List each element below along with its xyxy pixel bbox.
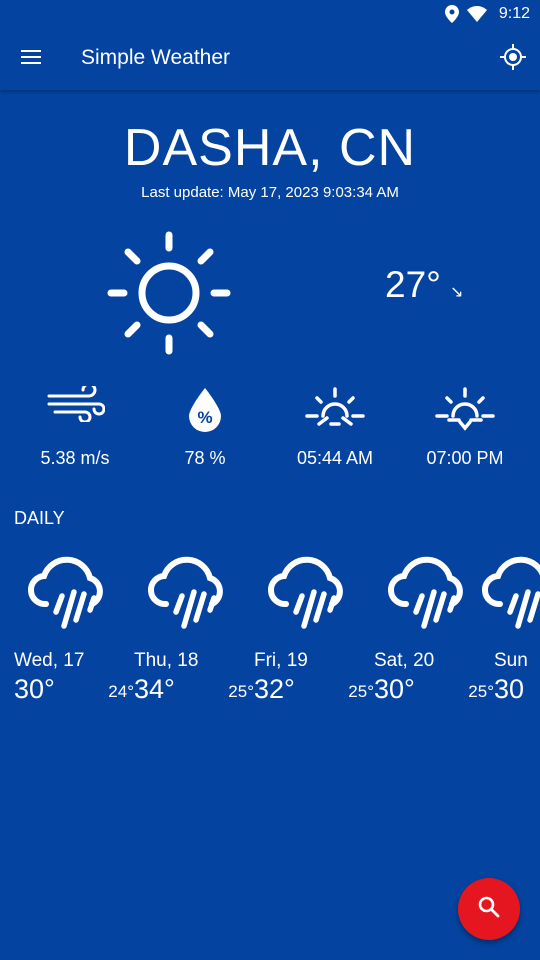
location-pin-icon — [444, 5, 459, 23]
rain-cloud-icon — [267, 556, 343, 629]
my-location-button[interactable] — [496, 42, 530, 76]
daily-forecast-list[interactable]: Wed, 17 30° 24° Thu, 18 34° 25° Fri, 19 … — [0, 552, 540, 722]
daily-forecast-item[interactable]: Wed, 17 30° 24° — [14, 552, 134, 712]
rain-cloud-icon — [481, 556, 540, 629]
current-temperature: 27° — [385, 264, 441, 305]
day-name: Sun — [494, 650, 528, 671]
day-low-temp: 25° — [348, 682, 374, 701]
day-name: Fri, 19 — [254, 650, 308, 671]
svg-text:%: % — [197, 408, 212, 427]
day-high-temp: 30° — [374, 674, 415, 704]
app-toolbar: Simple Weather — [0, 28, 540, 90]
wind-speed: 5.38 m/s — [40, 448, 110, 468]
sunset-time: 07:00 PM — [426, 448, 504, 468]
status-bar: 9:12 — [0, 0, 540, 28]
temperature-trend-icon: ↘ — [450, 284, 464, 301]
sunrise-icon — [270, 386, 400, 432]
search-button[interactable] — [458, 878, 520, 940]
my-location-icon — [500, 43, 526, 75]
sunset-stat: 07:00 PM — [400, 386, 530, 469]
sun-icon — [104, 228, 234, 358]
rain-cloud-icon — [27, 556, 103, 629]
day-low-temp: 25° — [228, 682, 254, 701]
menu-button[interactable] — [14, 45, 48, 73]
rain-cloud-icon — [147, 556, 223, 629]
status-time: 9:12 — [498, 5, 530, 22]
menu-icon — [21, 49, 41, 69]
sunset-icon — [400, 386, 530, 432]
app-title: Simple Weather — [81, 46, 231, 69]
day-high-temp: 34° — [134, 674, 175, 704]
daily-forecast-item[interactable]: Sat, 20 30° 25° — [374, 552, 494, 712]
search-icon — [478, 896, 500, 923]
daily-forecast-item[interactable]: Sun 30 — [481, 552, 540, 712]
humidity-icon: % — [140, 386, 270, 432]
day-name: Wed, 17 — [14, 650, 85, 671]
humidity-stat: % 78 % — [140, 386, 270, 469]
day-name: Thu, 18 — [134, 650, 199, 671]
day-name: Sat, 20 — [374, 650, 435, 671]
day-low-temp: 25° — [468, 682, 494, 701]
sunrise-stat: 05:44 AM — [270, 386, 400, 469]
daily-section-label: DAILY — [14, 508, 65, 528]
wind-stat: 5.38 m/s — [10, 386, 140, 469]
day-high-temp: 32° — [254, 674, 295, 704]
daily-forecast-item[interactable]: Thu, 18 34° 25° — [134, 552, 254, 712]
last-update: Last update: May 17, 2023 9:03:34 AM — [141, 184, 399, 201]
day-high-temp: 30° — [14, 674, 55, 704]
day-low-temp: 24° — [108, 682, 134, 701]
rain-cloud-icon — [387, 556, 463, 629]
city-name: DASHA, CN — [123, 119, 417, 177]
wifi-icon — [466, 6, 487, 22]
day-high-temp: 30 — [494, 674, 525, 704]
wind-icon — [10, 386, 140, 422]
sunrise-time: 05:44 AM — [296, 448, 374, 468]
humidity-value: 78 % — [184, 448, 226, 468]
daily-forecast-item[interactable]: Fri, 19 32° 25° — [254, 552, 374, 712]
